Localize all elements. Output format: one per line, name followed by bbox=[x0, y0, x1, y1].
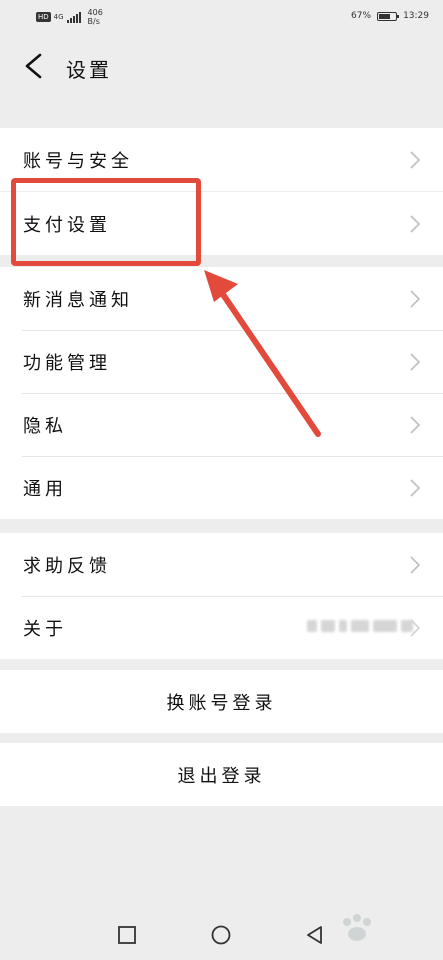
header: 设置 bbox=[0, 34, 443, 98]
watermark-paw-icon bbox=[343, 914, 371, 941]
chevron-left-icon[interactable] bbox=[22, 52, 46, 80]
network-speed: 406 B/s bbox=[88, 8, 103, 26]
network-speed-value: 406 bbox=[87, 8, 103, 17]
version-blurred bbox=[307, 620, 413, 632]
settings-item-label: 隐私 bbox=[23, 415, 67, 437]
triangle-back-icon[interactable] bbox=[304, 924, 326, 946]
settings-group-general: 新消息通知 功能管理 隐私 通用 bbox=[0, 267, 443, 519]
chevron-right-icon bbox=[410, 556, 421, 574]
chevron-right-icon bbox=[410, 290, 421, 308]
hd-badge: HD bbox=[36, 12, 51, 22]
action-group-switch: 换账号登录 bbox=[0, 670, 443, 733]
switch-account-button[interactable]: 换账号登录 bbox=[0, 670, 443, 733]
settings-item-label: 求助反馈 bbox=[23, 555, 111, 577]
action-group-logout: 退出登录 bbox=[0, 743, 443, 806]
settings-item-label: 账号与安全 bbox=[23, 150, 133, 172]
battery-percent: 67% bbox=[351, 11, 372, 21]
chevron-right-icon bbox=[410, 151, 421, 169]
circle-icon[interactable] bbox=[210, 924, 232, 946]
highlight-box bbox=[11, 178, 201, 266]
settings-group-help: 求助反馈 关于 bbox=[0, 533, 443, 659]
signal-icon bbox=[66, 11, 81, 23]
battery-icon bbox=[377, 11, 400, 21]
settings-item-general[interactable]: 通用 bbox=[0, 456, 443, 519]
chevron-right-icon bbox=[410, 619, 421, 637]
logout-button[interactable]: 退出登录 bbox=[0, 743, 443, 806]
settings-item-label: 通用 bbox=[23, 478, 67, 500]
status-right: 67% 13:29 bbox=[351, 11, 429, 21]
chevron-right-icon bbox=[410, 416, 421, 434]
chevron-right-icon bbox=[410, 353, 421, 371]
status-left: HD 4G 406 B/s bbox=[36, 8, 103, 26]
switch-account-label: 换账号登录 bbox=[166, 692, 277, 714]
clock: 13:29 bbox=[403, 11, 429, 21]
settings-item-label: 关于 bbox=[23, 618, 67, 640]
settings-item-about[interactable]: 关于 bbox=[0, 596, 443, 659]
network-type: 4G bbox=[53, 13, 64, 21]
settings-item-label: 新消息通知 bbox=[23, 289, 133, 311]
chevron-right-icon bbox=[410, 479, 421, 497]
network-speed-unit: B/s bbox=[87, 17, 100, 26]
system-nav-bar bbox=[0, 900, 443, 960]
page-title: 设置 bbox=[66, 58, 112, 82]
square-icon[interactable] bbox=[116, 924, 138, 946]
settings-item-label: 功能管理 bbox=[23, 352, 111, 374]
chevron-right-icon bbox=[410, 215, 421, 233]
logout-label: 退出登录 bbox=[177, 765, 266, 787]
settings-item-features[interactable]: 功能管理 bbox=[0, 330, 443, 393]
settings-item-notifications[interactable]: 新消息通知 bbox=[0, 267, 443, 330]
settings-item-help-feedback[interactable]: 求助反馈 bbox=[0, 533, 443, 596]
status-bar: HD 4G 406 B/s 67% 13:29 bbox=[0, 0, 443, 34]
settings-item-privacy[interactable]: 隐私 bbox=[0, 393, 443, 456]
